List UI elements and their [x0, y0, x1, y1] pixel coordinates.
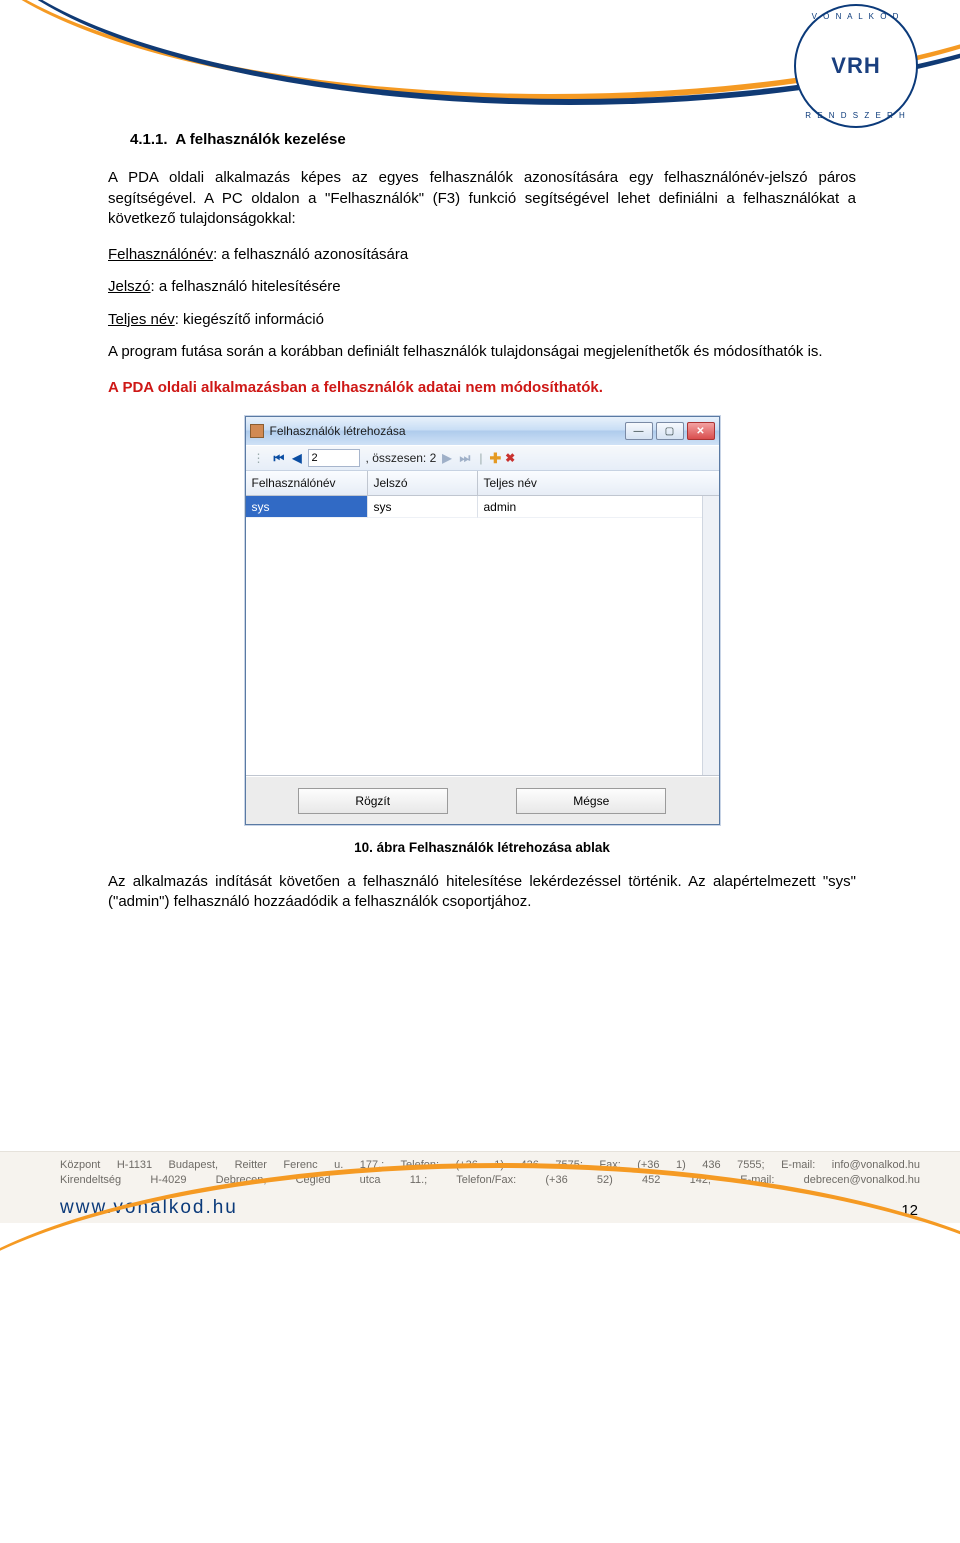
data-grid: Felhasználónév Jelszó Teljes név sys sys…: [246, 471, 719, 776]
nav-next-icon[interactable]: ▶: [440, 450, 453, 466]
toolbar-separator: |: [476, 450, 485, 466]
paragraph-intro: A PDA oldali alkalmazás képes az egyes f…: [108, 168, 856, 229]
nav-last-icon[interactable]: ⏭: [458, 450, 473, 466]
cell-fullname[interactable]: admin: [478, 496, 719, 518]
page-footer: Központ H-1131 Budapest, Reitter Ferenc …: [0, 1151, 960, 1223]
section-heading: 4.1.1. A felhasználók kezelése: [130, 130, 856, 150]
close-button[interactable]: ✕: [687, 422, 715, 440]
page-content: 4.1.1. A felhasználók kezelése A PDA old…: [108, 130, 856, 928]
def-password-label: Jelszó: [108, 278, 151, 295]
grid-row[interactable]: sys sys admin: [246, 496, 719, 518]
record-total-label: , összesen: 2: [366, 450, 437, 466]
nav-prev-icon[interactable]: ◀: [290, 450, 303, 466]
section-number: 4.1.1.: [130, 131, 168, 148]
record-position-input[interactable]: [308, 449, 360, 467]
nav-first-icon[interactable]: ⏮: [272, 450, 287, 466]
footer-curve-orange: [0, 1163, 960, 1543]
maximize-button[interactable]: ▢: [656, 422, 684, 440]
grid-header-row: Felhasználónév Jelszó Teljes név: [246, 471, 719, 496]
brand-logo-text: VRH: [831, 53, 880, 79]
embedded-window: Felhasználók létrehozása — ▢ ✕ ⋮ ⏮ ◀ , ö…: [245, 416, 720, 825]
col-header-fullname[interactable]: Teljes név: [478, 471, 719, 495]
def-password: Jelszó: a felhasználó hitelesítésére: [108, 277, 856, 297]
vertical-scrollbar[interactable]: [702, 496, 719, 775]
window-app-icon: [250, 424, 264, 438]
minimize-button[interactable]: —: [625, 422, 653, 440]
record-navigator: ⋮ ⏮ ◀ , összesen: 2 ▶ ⏭ | ✚ ✖: [246, 445, 719, 471]
add-record-icon[interactable]: ✚: [489, 449, 501, 468]
def-fullname: Teljes név: kiegészítő információ: [108, 310, 856, 330]
save-button[interactable]: Rögzít: [298, 788, 448, 814]
def-username-label: Felhasználónév: [108, 246, 213, 263]
def-username-value: : a felhasználó azonosítására: [213, 246, 408, 263]
toolbar-grip: ⋮: [250, 450, 268, 466]
cell-username[interactable]: sys: [246, 496, 368, 518]
delete-record-icon[interactable]: ✖: [505, 450, 515, 466]
brand-logo-circle: V O N A L K Ó D VRH R E N D S Z E R H: [794, 4, 918, 128]
brand-logo: V O N A L K Ó D VRH R E N D S Z E R H: [794, 4, 924, 134]
col-header-password[interactable]: Jelszó: [368, 471, 478, 495]
paragraph-closing: Az alkalmazás indítását követően a felha…: [108, 872, 856, 913]
window-control-group: — ▢ ✕: [625, 422, 715, 440]
def-fullname-label: Teljes név: [108, 311, 175, 328]
cell-password[interactable]: sys: [368, 496, 478, 518]
col-header-username[interactable]: Felhasználónév: [246, 471, 368, 495]
paragraph-visible: A program futása során a korábban defini…: [108, 342, 856, 362]
dialog-button-row: Rögzít Mégse: [246, 776, 719, 824]
section-title: A felhasználók kezelése: [175, 131, 345, 148]
cancel-button[interactable]: Mégse: [516, 788, 666, 814]
titlebar: Felhasználók létrehozása — ▢ ✕: [246, 417, 719, 445]
def-password-value: : a felhasználó hitelesítésére: [151, 278, 341, 295]
def-username: Felhasználónév: a felhasználó azonosítás…: [108, 245, 856, 265]
paragraph-warning: A PDA oldali alkalmazásban a felhasználó…: [108, 378, 856, 398]
def-fullname-value: : kiegészítő információ: [175, 311, 324, 328]
grid-body: sys sys admin: [246, 496, 719, 776]
brand-logo-arc-bottom: R E N D S Z E R H: [805, 111, 907, 120]
brand-logo-arc-top: V O N A L K Ó D: [812, 12, 901, 21]
window-title: Felhasználók létrehozása: [270, 423, 625, 439]
figure-caption: 10. ábra Felhasználók létrehozása ablak: [108, 839, 856, 857]
